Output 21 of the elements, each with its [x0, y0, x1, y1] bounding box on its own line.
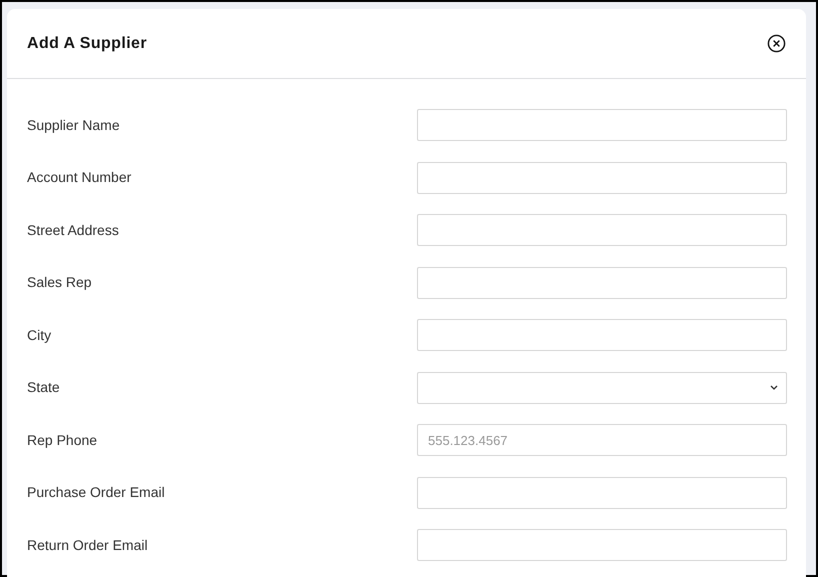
input-field[interactable] [417, 109, 787, 141]
input-field[interactable] [417, 529, 787, 561]
field-label: Street Address [27, 220, 120, 240]
field-label: City [27, 326, 52, 345]
field-label: Rep Phone [27, 430, 98, 450]
select-field[interactable] [417, 372, 787, 404]
close-icon[interactable] [767, 34, 786, 53]
input-field[interactable] [417, 319, 787, 351]
input-field[interactable] [417, 266, 787, 298]
field-label: Return Order Email [27, 536, 149, 554]
input-field[interactable] [417, 476, 787, 508]
chevron-down-icon [770, 385, 778, 390]
field-label: State [27, 378, 61, 397]
dialog-title: Add A Supplier [27, 34, 147, 54]
input-field[interactable] [417, 162, 787, 194]
input-field[interactable]: 555.123.4567 [417, 424, 787, 456]
field-label: Purchase Order Email [27, 483, 166, 502]
input-field[interactable] [417, 214, 787, 246]
field-label: Account Number [27, 168, 132, 187]
field-label: Supplier Name [27, 116, 121, 135]
field-label: Sales Rep [27, 273, 93, 292]
